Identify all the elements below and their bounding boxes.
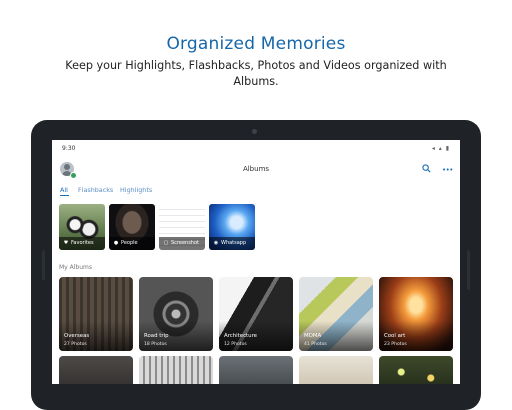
album-name: Architecture: [224, 333, 258, 339]
screenshot-icon: ▢: [163, 240, 169, 246]
album-card-road-trip[interactable]: Road trip 18 Photos: [139, 277, 213, 351]
album-name: Overseas: [64, 333, 90, 339]
highlight-whatsapp-label: Whatsapp: [221, 240, 247, 246]
promo-title: Organized Memories: [166, 34, 346, 54]
highlight-favorites-label: Favorites: [71, 240, 94, 246]
more-icon[interactable]: •••: [442, 166, 453, 174]
album-name: Road trip: [144, 333, 169, 339]
album-name: MOMA: [304, 333, 322, 339]
heart-icon: ♥: [63, 240, 69, 246]
album-card[interactable]: [139, 356, 213, 384]
search-icon[interactable]: [422, 164, 431, 173]
tab-highlights[interactable]: Highlights: [120, 186, 152, 194]
album-card-architecture[interactable]: Architecture 12 Photos: [219, 277, 293, 351]
app-title: Albums: [242, 165, 270, 173]
album-name: Cool art: [384, 333, 406, 339]
highlight-label: ♥ Favorites: [59, 237, 105, 250]
album-count: 41 Photos: [304, 342, 327, 347]
highlight-people-label: People: [121, 240, 138, 246]
tablet-camera: [252, 129, 257, 134]
tablet-side-button: [467, 250, 470, 290]
online-badge: [70, 172, 77, 179]
album-count: 12 Photos: [224, 342, 247, 347]
album-card[interactable]: [379, 356, 453, 384]
highlight-label: ● People: [109, 237, 155, 250]
tablet-side-button: [42, 250, 45, 280]
promo-subtitle: Keep your Highlights, Flashbacks, Photos…: [65, 59, 447, 88]
album-card-moma[interactable]: MOMA 41 Photos: [299, 277, 373, 351]
album-card[interactable]: [59, 356, 133, 384]
album-card-cool-art[interactable]: Cool art 23 Photos: [379, 277, 453, 351]
section-heading-my-albums: My Albums: [59, 264, 92, 271]
album-card-overseas[interactable]: Overseas 27 Photos: [59, 277, 133, 351]
person-icon: ●: [113, 240, 119, 246]
highlight-whatsapp[interactable]: ◉ Whatsapp: [209, 204, 255, 250]
highlight-people[interactable]: ● People: [109, 204, 155, 250]
tablet-screen: 9:30 ◂ ▴ ▮ Albums ••• All Flashbacks Hig…: [52, 140, 460, 384]
tab-all[interactable]: All: [60, 186, 68, 194]
status-time: 9:30: [62, 145, 76, 152]
album-count: 23 Photos: [384, 342, 407, 347]
album-count: 18 Photos: [144, 342, 167, 347]
whatsapp-icon: ◉: [213, 240, 219, 246]
album-count: 27 Photos: [64, 342, 87, 347]
highlight-favorites[interactable]: ♥ Favorites: [59, 204, 105, 250]
highlight-label: ◉ Whatsapp: [209, 237, 255, 250]
highlight-label: ▢ Screenshot: [159, 237, 205, 250]
highlight-screenshot-label: Screenshot: [171, 240, 199, 246]
tab-flashbacks[interactable]: Flashbacks: [78, 186, 113, 194]
status-icons: ◂ ▴ ▮: [431, 145, 450, 152]
tab-all-indicator: [60, 195, 69, 197]
album-card[interactable]: [219, 356, 293, 384]
album-card[interactable]: [299, 356, 373, 384]
highlight-screenshot[interactable]: ▢ Screenshot: [159, 204, 205, 250]
